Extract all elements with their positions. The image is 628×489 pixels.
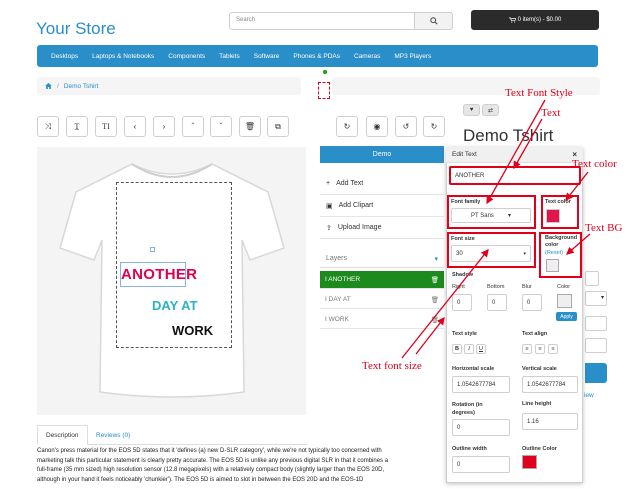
arrow-font-size bbox=[401, 248, 489, 359]
annotation-text: Text bbox=[541, 107, 561, 119]
annotation-text-color: Text color bbox=[572, 158, 617, 170]
annotation-font-size: Text font size bbox=[362, 360, 422, 372]
arrow-font-style bbox=[486, 99, 546, 205]
annotation-font-style: Text Font Style bbox=[505, 87, 573, 99]
arrow-text bbox=[513, 118, 543, 170]
arrow-text-bg bbox=[566, 233, 591, 255]
annotation-text-bg: Text BG bbox=[585, 222, 623, 234]
annotation-arrows bbox=[401, 99, 591, 359]
arrow-text-color bbox=[565, 171, 589, 202]
